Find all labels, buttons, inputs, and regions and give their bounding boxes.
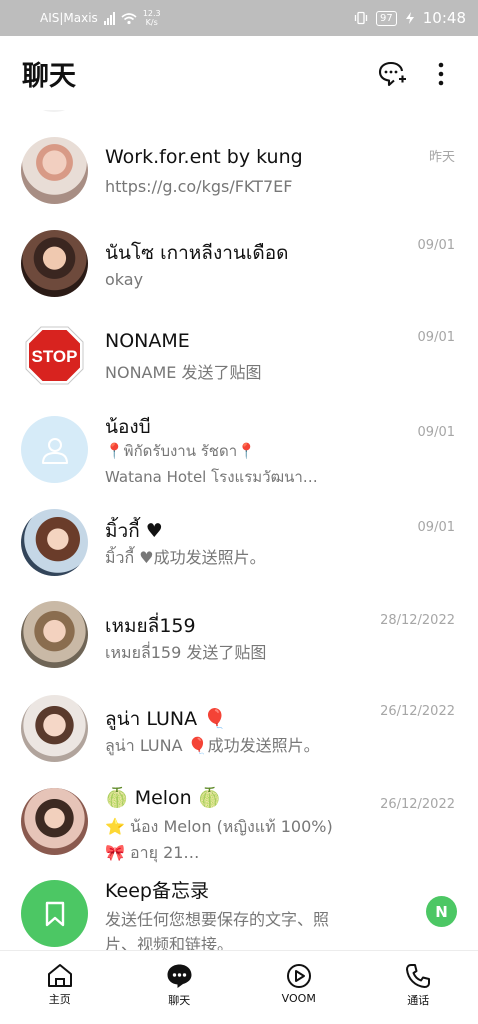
chat-preview: https://g.co/kgs/FKT7EF: [105, 177, 293, 196]
nav-label: 聊天: [168, 994, 191, 1007]
avatar: [21, 230, 88, 297]
avatar: [21, 880, 88, 947]
chat-time: 09/01: [417, 520, 455, 535]
chat-time: 26/12/2022: [380, 797, 455, 812]
network-speed: 12.3 K/s: [143, 9, 161, 27]
charging-bolt-icon: [405, 12, 414, 24]
status-right: 97 10:48: [354, 0, 466, 36]
chat-preview: 发送任何您想要保存的文字、照片、视频和链接。: [105, 910, 330, 950]
chat-name: ลูน่า LUNA 🎈: [105, 708, 227, 730]
chat-time: 09/01: [417, 425, 455, 440]
signal-icon: [103, 11, 115, 25]
battery-level: 97: [380, 12, 393, 24]
more-vertical-icon: [438, 62, 444, 86]
chat-item-nanso[interactable]: นันโซ เกาหลีงานเดือด okay 09/01: [0, 224, 478, 316]
chat-preview: NONAME 发送了贴图: [105, 363, 262, 382]
chat-name: น้องบี: [105, 416, 151, 438]
chat-name-text: มิ้วกี้ ♥: [105, 520, 163, 542]
chat-plus-icon: [378, 61, 406, 87]
chat-name: นันโซ เกาหลีงานเดือด: [105, 242, 289, 264]
nav-label: 主页: [48, 993, 71, 1006]
nav-calls[interactable]: 通话: [359, 951, 478, 1024]
chat-item-noname[interactable]: STOP NONAME NONAME 发送了贴图 09/01: [0, 316, 478, 408]
wifi-icon: [121, 12, 137, 24]
chat-name: NONAME: [105, 330, 190, 352]
chat-preview: okay: [105, 270, 144, 289]
nav-voom[interactable]: VOOM: [239, 951, 359, 1024]
chat-name: 🍈 Melon 🍈: [105, 787, 222, 809]
chat-item-meili159[interactable]: เหมยลี่159 เหมยลี่159 发送了贴图 28/12/2022: [0, 596, 478, 688]
nav-home[interactable]: 主页: [0, 951, 120, 1024]
app-header: 聊天: [0, 36, 478, 110]
carrier-label: AIS|Maxis: [40, 11, 98, 25]
default-person-icon: [41, 437, 68, 464]
more-options-button[interactable]: [425, 58, 457, 90]
avatar: STOP: [21, 322, 88, 389]
vibrate-icon: [354, 11, 368, 25]
chat-icon: [167, 964, 192, 988]
stop-sign-text: STOP: [32, 347, 78, 366]
voom-icon: [286, 964, 311, 988]
chat-item-luna[interactable]: ลูน่า LUNA 🎈 ลูน่า LUNA 🎈成功发送照片。 26/12/2…: [0, 688, 478, 780]
chat-preview: มิ้วกี้ ♥成功发送照片。: [105, 548, 266, 567]
chat-preview: เหมยลี่159 发送了贴图: [105, 643, 267, 662]
status-left: AIS|Maxis 12.3 K/s: [40, 0, 161, 36]
speed-unit: K/s: [145, 18, 158, 27]
chat-preview-line1: ⭐ น้อง Melon (หญิงแท้ 100%): [105, 817, 333, 836]
bookmark-icon: [45, 901, 64, 926]
chat-preview-line2: Watana Hotel โรงแรมวัฒนา…: [105, 468, 318, 486]
chat-preview: ลูน่า LUNA 🎈成功发送照片。: [105, 736, 320, 755]
nav-label: 通话: [407, 994, 430, 1007]
chat-time: 09/01: [417, 238, 455, 253]
clock: 10:48: [422, 9, 466, 27]
avatar: [21, 416, 88, 483]
chat-name: Keep备忘录: [105, 880, 209, 902]
battery-indicator: 97: [376, 10, 397, 26]
avatar: [21, 509, 88, 576]
avatar: [21, 601, 88, 668]
chat-time: 昨天: [428, 150, 455, 165]
chat-item-miwki[interactable]: มิ้วกี้ ♥ มิ้วกี้ ♥成功发送照片。 09/01: [0, 504, 478, 596]
phone-icon: [406, 964, 431, 988]
status-bar: AIS|Maxis 12.3 K/s 97 10:48: [0, 0, 478, 36]
bottom-nav: 主页 聊天 VOOM 通话: [0, 950, 478, 1024]
speed-value: 12.3: [142, 9, 161, 18]
new-chat-button[interactable]: [376, 58, 408, 90]
chat-item-melon[interactable]: 🍈 Melon 🍈 ⭐ น้อง Melon (หญิงแท้ 100%) 🎀 …: [0, 780, 478, 876]
chat-item-work-for-ent[interactable]: Work.for.ent by kung https://g.co/kgs/FK…: [0, 132, 478, 224]
chat-name: Work.for.ent by kung: [105, 146, 303, 168]
nav-chat[interactable]: 聊天: [120, 951, 240, 1024]
avatar: [21, 695, 88, 762]
unread-badge: N: [426, 896, 457, 927]
chat-name: มิ้วกี้ ♥: [105, 516, 163, 546]
stop-sign-icon: STOP: [25, 326, 84, 385]
page-title: 聊天: [22, 61, 76, 92]
chat-preview-line1: 📍พิกัดรับงาน รัชดา📍: [105, 442, 256, 460]
chat-name: เหมยลี่159: [105, 615, 196, 637]
partial-avatar: [34, 110, 74, 112]
chat-time: 28/12/2022: [380, 613, 455, 628]
chat-item-keep-memo[interactable]: Keep备忘录 发送任何您想要保存的文字、照片、视频和链接。 N: [0, 874, 478, 950]
avatar: [21, 137, 88, 204]
chat-time: 09/01: [417, 330, 455, 345]
chat-list[interactable]: Work.for.ent by kung https://g.co/kgs/FK…: [0, 110, 478, 950]
nav-label: VOOM: [281, 992, 316, 1005]
chat-time: 26/12/2022: [380, 704, 455, 719]
chat-preview-line2: 🎀 อายุ 21…: [105, 843, 200, 862]
avatar: [21, 788, 88, 855]
home-icon: [47, 964, 72, 987]
chat-item-nong-bee[interactable]: น้องบี 📍พิกัดรับงาน รัชดา📍 Watana Hotel …: [0, 408, 478, 498]
